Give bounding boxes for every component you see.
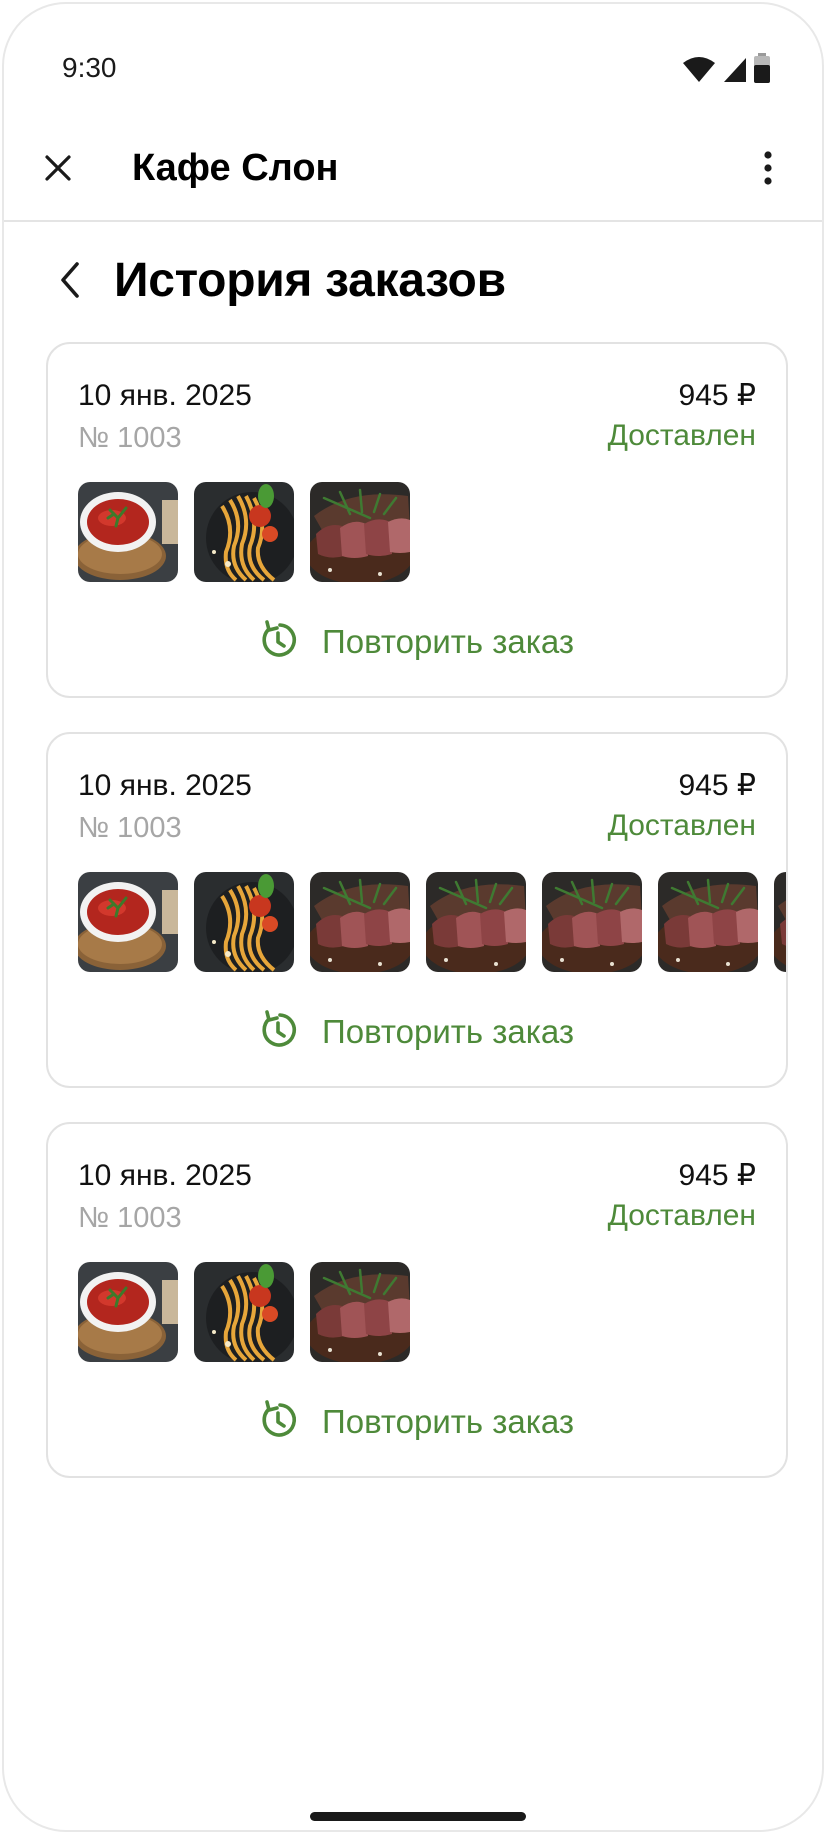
wifi-icon: [682, 55, 716, 88]
repeat-icon: [260, 1009, 300, 1055]
repeat-order-button[interactable]: Повторить заказ: [48, 1396, 786, 1448]
order-card[interactable]: 10 янв. 2025 № 1003 945 ₽ Доставлен Повт…: [46, 1122, 788, 1478]
repeat-order-button[interactable]: Повторить заказ: [48, 1006, 786, 1058]
order-date: 10 янв. 2025: [78, 379, 252, 412]
back-button[interactable]: [48, 256, 92, 308]
app-title: Кафе Слон: [132, 147, 339, 189]
order-status: Доставлен: [607, 419, 756, 452]
spaghetti-photo[interactable]: [194, 872, 294, 972]
steak-photo[interactable]: [310, 482, 410, 582]
repeat-icon: [260, 1399, 300, 1445]
close-button[interactable]: [34, 146, 82, 194]
order-items: [78, 1262, 786, 1362]
order-items: [78, 872, 786, 972]
chevron-left-icon: [59, 261, 81, 304]
repeat-icon: [260, 619, 300, 665]
more-options-button[interactable]: [744, 142, 792, 198]
steak-photo[interactable]: [310, 1262, 410, 1362]
status-icons: [682, 53, 770, 88]
cellular-signal-icon: [722, 55, 748, 88]
repeat-order-button[interactable]: Повторить заказ: [48, 616, 786, 668]
app-bar: Кафе Слон: [4, 122, 822, 222]
page-title: История заказов: [114, 254, 506, 307]
steak-photo[interactable]: [658, 872, 758, 972]
order-card[interactable]: 10 янв. 2025 № 1003 945 ₽ Доставлен Повт…: [46, 732, 788, 1088]
borscht-photo[interactable]: [78, 482, 178, 582]
steak-photo[interactable]: [310, 872, 410, 972]
order-price: 945 ₽: [678, 769, 756, 802]
spaghetti-photo[interactable]: [194, 1262, 294, 1362]
status-time: 9:30: [62, 52, 117, 83]
repeat-order-label: Повторить заказ: [322, 1403, 574, 1440]
steak-photo[interactable]: [426, 872, 526, 972]
order-card[interactable]: 10 янв. 2025 № 1003 945 ₽ Доставлен Повт…: [46, 342, 788, 698]
order-number: № 1003: [78, 422, 182, 454]
repeat-order-label: Повторить заказ: [322, 1013, 574, 1050]
borscht-photo[interactable]: [78, 1262, 178, 1362]
order-date: 10 янв. 2025: [78, 1159, 252, 1192]
more-vertical-icon: [763, 150, 773, 190]
steak-photo[interactable]: [542, 872, 642, 972]
order-date: 10 янв. 2025: [78, 769, 252, 802]
spaghetti-photo[interactable]: [194, 482, 294, 582]
order-number: № 1003: [78, 812, 182, 844]
order-price: 945 ₽: [678, 379, 756, 412]
order-number: № 1003: [78, 1202, 182, 1234]
repeat-order-label: Повторить заказ: [322, 623, 574, 660]
order-status: Доставлен: [607, 1199, 756, 1232]
borscht-photo[interactable]: [78, 872, 178, 972]
home-indicator[interactable]: [310, 1812, 526, 1821]
order-items: [78, 482, 786, 582]
order-price: 945 ₽: [678, 1159, 756, 1192]
battery-icon: [754, 53, 770, 88]
steak-photo[interactable]: [774, 872, 786, 972]
orders-list: 10 янв. 2025 № 1003 945 ₽ Доставлен Повт…: [46, 342, 788, 1512]
phone-screen: 9:30 Кафе Слон История заказов 10 янв. 2…: [2, 2, 824, 1832]
close-icon: [44, 154, 72, 187]
order-status: Доставлен: [607, 809, 756, 842]
